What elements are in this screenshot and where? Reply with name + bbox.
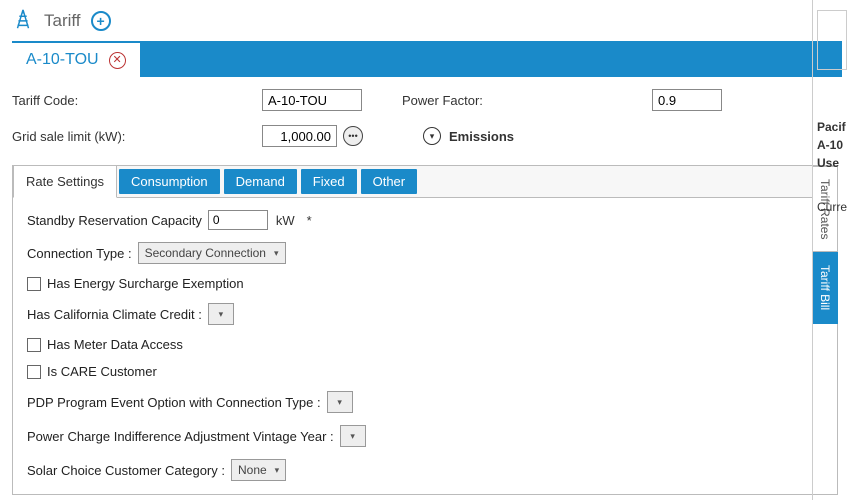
right-side-panel: Pacif A-10 Use Curre	[812, 0, 850, 500]
tower-icon	[12, 8, 34, 33]
tariff-code-label: Tariff Code:	[12, 93, 262, 108]
inner-tab-bar: Rate Settings Consumption Demand Fixed O…	[13, 166, 837, 198]
header: Tariff +	[0, 0, 850, 41]
add-tariff-button[interactable]: +	[91, 11, 111, 31]
close-tab-button[interactable]: ✕	[109, 52, 126, 69]
standby-capacity-input[interactable]	[208, 210, 268, 230]
connection-type-value: Secondary Connection	[145, 246, 266, 260]
pdp-option-label: PDP Program Event Option with Connection…	[27, 395, 321, 410]
chevron-down-icon: ▾	[337, 397, 342, 408]
chevron-down-icon: ▾	[275, 465, 280, 476]
document-tab-label: A-10-TOU	[26, 51, 99, 69]
care-customer-label: Is CARE Customer	[47, 364, 157, 379]
tariff-code-input[interactable]	[262, 89, 362, 111]
page-title: Tariff	[44, 11, 81, 31]
pcia-year-label: Power Charge Indifference Adjustment Vin…	[27, 429, 334, 444]
grid-sale-options-button[interactable]: •••	[343, 126, 363, 146]
document-tab-active[interactable]: A-10-TOU ✕	[12, 41, 140, 77]
side-text-current: Curre	[813, 200, 850, 214]
chevron-down-icon: ▾	[274, 248, 279, 259]
care-customer-checkbox[interactable]	[27, 365, 41, 379]
tab-other[interactable]: Other	[361, 169, 418, 194]
energy-surcharge-label: Has Energy Surcharge Exemption	[47, 276, 244, 291]
standby-unit: kW	[276, 213, 295, 228]
energy-surcharge-checkbox[interactable]	[27, 277, 41, 291]
solar-choice-value: None	[238, 463, 267, 477]
required-indicator: *	[307, 213, 312, 228]
climate-credit-label: Has California Climate Credit :	[27, 307, 202, 322]
power-factor-input[interactable]	[652, 89, 722, 111]
grid-sale-label: Grid sale limit (kW):	[12, 129, 262, 144]
tab-fixed[interactable]: Fixed	[301, 169, 357, 194]
rate-settings-panel: Rate Settings Consumption Demand Fixed O…	[12, 165, 838, 495]
power-factor-label: Power Factor:	[402, 93, 652, 108]
meter-access-label: Has Meter Data Access	[47, 337, 183, 352]
pcia-year-select[interactable]: ▾	[340, 425, 366, 447]
solar-choice-select[interactable]: None ▾	[231, 459, 286, 481]
grid-sale-input[interactable]	[262, 125, 337, 147]
meter-access-checkbox[interactable]	[27, 338, 41, 352]
standby-capacity-label: Standby Reservation Capacity	[27, 213, 202, 228]
tab-rate-settings[interactable]: Rate Settings	[13, 165, 117, 198]
emissions-label: Emissions	[449, 129, 514, 144]
climate-credit-select[interactable]: ▾	[208, 303, 234, 325]
solar-choice-label: Solar Choice Customer Category :	[27, 463, 225, 478]
pdp-option-select[interactable]: ▾	[327, 391, 353, 413]
side-text-utility: Pacif	[813, 120, 850, 134]
tariff-form: Tariff Code: Power Factor: Grid sale lim…	[0, 77, 850, 165]
side-thumbnail	[817, 10, 847, 70]
emissions-expand-button[interactable]: ▾	[423, 127, 441, 145]
document-tab-bar: A-10-TOU ✕	[12, 41, 842, 77]
tab-demand[interactable]: Demand	[224, 169, 297, 194]
side-text-tariff: A-10	[813, 138, 850, 152]
tab-consumption[interactable]: Consumption	[119, 169, 220, 194]
connection-type-label: Connection Type :	[27, 246, 132, 261]
chevron-down-icon: ▾	[219, 309, 224, 320]
side-text-use: Use	[813, 156, 850, 170]
settings-body: Standby Reservation Capacity kW * Connec…	[13, 198, 837, 488]
connection-type-select[interactable]: Secondary Connection ▾	[138, 242, 286, 264]
chevron-down-icon: ▾	[350, 431, 355, 442]
